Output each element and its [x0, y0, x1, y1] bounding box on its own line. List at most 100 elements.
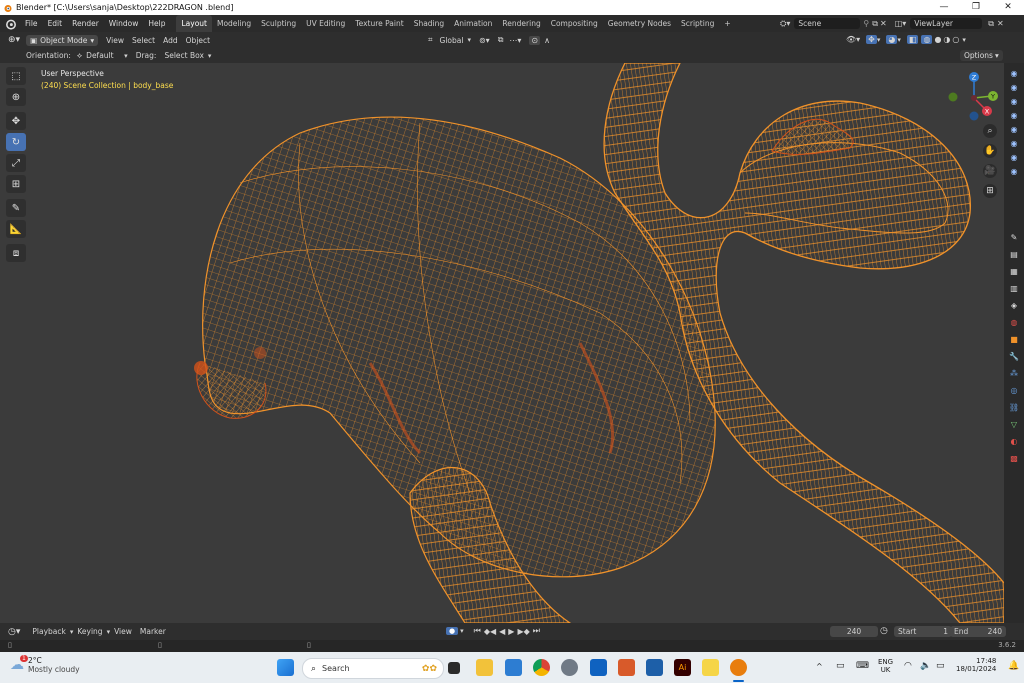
navigation-gizmo[interactable]: Z Y X — [946, 70, 1002, 126]
tab-compositing[interactable]: Compositing — [546, 15, 603, 32]
add-cube-tool-icon[interactable]: ⧈ — [6, 244, 26, 262]
constraints-properties-icon[interactable]: ⛓ — [1008, 401, 1020, 413]
transform-orientation-selector[interactable]: Global — [436, 36, 468, 45]
tab-animation[interactable]: Animation — [449, 15, 497, 32]
clock[interactable]: 17:48 18/01/2024 — [956, 657, 996, 673]
texture-properties-icon[interactable]: ▩ — [1008, 452, 1020, 464]
measure-tool-icon[interactable]: 📐 — [6, 220, 26, 238]
render-properties-icon[interactable]: ▤ — [1008, 248, 1020, 260]
maximize-button[interactable]: ❐ — [960, 0, 992, 15]
new-scene-icon[interactable]: ⧉ — [872, 19, 878, 29]
remove-viewlayer-icon[interactable]: ✕ — [997, 19, 1004, 28]
mail-icon[interactable] — [646, 659, 663, 676]
scale-tool-icon[interactable]: ⤢ — [6, 154, 26, 172]
tab-modeling[interactable]: Modeling — [212, 15, 256, 32]
tab-sculpting[interactable]: Sculpting — [256, 15, 301, 32]
menu-keying[interactable]: Keying — [73, 627, 106, 636]
sticky-notes-icon[interactable] — [702, 659, 719, 676]
orientation-selector[interactable]: Default — [82, 51, 124, 60]
menu-select[interactable]: Select — [128, 36, 159, 45]
close-button[interactable]: ✕ — [992, 0, 1024, 15]
move-tool-icon[interactable]: ✥ — [6, 112, 26, 130]
material-shading-icon[interactable]: ◑ — [943, 35, 950, 44]
jump-end-icon[interactable]: ⏭ — [533, 626, 540, 636]
timeline-editor-icon[interactable]: ◷▾ — [8, 627, 20, 637]
clock-icon[interactable]: ◷ — [880, 626, 888, 636]
menu-edit[interactable]: Edit — [43, 15, 68, 32]
next-keyframe-icon[interactable]: ▶◆ — [517, 627, 529, 636]
new-viewlayer-icon[interactable]: ⧉ — [988, 19, 994, 29]
annotate-tool-icon[interactable]: ✎ — [6, 199, 26, 217]
world-properties-icon[interactable]: ◍ — [1008, 316, 1020, 328]
camera-icon[interactable]: ◉ — [1008, 95, 1020, 107]
overlays-dropdown-icon[interactable]: ▾ — [897, 36, 901, 44]
output-properties-icon[interactable]: ▦ — [1008, 265, 1020, 277]
gizmo-dropdown-icon[interactable]: ▾ — [877, 36, 881, 44]
gizmo-toggle-icon[interactable]: ✥ — [866, 35, 877, 44]
wireframe-shading-icon[interactable]: ◍ — [921, 35, 933, 44]
tab-rendering[interactable]: Rendering — [497, 15, 545, 32]
pivot-icon[interactable]: ⊚▾ — [479, 36, 490, 45]
falloff-icon[interactable]: ∧ — [544, 36, 550, 45]
volume-icon[interactable]: 🔈 — [920, 661, 931, 671]
tool-properties-icon[interactable]: ✎ — [1008, 231, 1020, 243]
menu-add[interactable]: Add — [159, 36, 182, 45]
chrome-icon[interactable] — [533, 659, 550, 676]
menu-playback[interactable]: Playback — [28, 627, 69, 636]
file-explorer-icon[interactable] — [476, 659, 493, 676]
blender-menu-icon[interactable] — [5, 18, 17, 30]
camera-icon[interactable]: ◉ — [1008, 81, 1020, 93]
material-properties-icon[interactable]: ◐ — [1008, 435, 1020, 447]
remove-scene-icon[interactable]: ✕ — [880, 19, 887, 28]
select-box-tool-icon[interactable]: ⬚ — [6, 67, 26, 85]
rendered-shading-icon[interactable]: ○ — [952, 35, 959, 44]
outlook-icon[interactable] — [590, 659, 607, 676]
menu-view[interactable]: View — [102, 36, 128, 45]
battery-icon[interactable]: ▭ — [936, 661, 945, 671]
play-reverse-icon[interactable]: ◀ — [499, 627, 505, 636]
menu-marker[interactable]: Marker — [136, 627, 170, 636]
menu-object[interactable]: Object — [182, 36, 214, 45]
tab-layout[interactable]: Layout — [176, 15, 212, 32]
object-properties-icon[interactable]: ■ — [1008, 333, 1020, 345]
end-frame-field[interactable]: End 240 — [950, 626, 1006, 637]
xray-icon[interactable]: ◧ — [906, 35, 919, 44]
menu-render[interactable]: Render — [67, 15, 104, 32]
camera-icon[interactable]: ◉ — [1008, 109, 1020, 121]
pin-scene-icon[interactable]: ⚲ — [863, 19, 869, 28]
solid-shading-icon[interactable]: ● — [934, 35, 941, 44]
play-icon[interactable]: ▶ — [508, 627, 514, 636]
wifi-icon[interactable]: ◠ — [904, 661, 912, 671]
keyboard-tray-icon[interactable]: ⌨ — [856, 661, 869, 671]
mode-selector[interactable]: ▣ Object Mode ▾ — [26, 34, 99, 46]
illustrator-icon[interactable]: Ai — [674, 659, 691, 676]
windows-start-icon[interactable] — [277, 659, 294, 676]
3d-viewport[interactable] — [0, 63, 1004, 623]
ortho-grid-icon[interactable]: ⊞ — [983, 184, 997, 198]
menu-window[interactable]: Window — [104, 15, 144, 32]
snap-target-icon[interactable]: ⋯▾ — [509, 36, 521, 45]
task-view-icon[interactable] — [448, 662, 460, 674]
shading-dropdown-icon[interactable]: ▾ — [962, 36, 966, 44]
app-red-icon[interactable] — [618, 659, 635, 676]
tab-texture-paint[interactable]: Texture Paint — [350, 15, 408, 32]
camera-view-icon[interactable]: 🎥 — [983, 164, 997, 178]
zoom-icon[interactable]: ⌕ — [983, 124, 997, 138]
physics-properties-icon[interactable]: ◎ — [1008, 384, 1020, 396]
menu-timeline-view[interactable]: View — [110, 627, 136, 636]
tab-scripting[interactable]: Scripting — [676, 15, 719, 32]
notifications-icon[interactable]: 🔔 — [1008, 661, 1019, 671]
camera-icon[interactable]: ◉ — [1008, 67, 1020, 79]
camera-icon[interactable]: ◉ — [1008, 165, 1020, 177]
blender-taskbar-icon[interactable] — [730, 659, 747, 676]
app-tray-icon[interactable]: ▭ — [836, 661, 845, 671]
menu-file[interactable]: File — [20, 15, 43, 32]
rotate-tool-icon[interactable]: ↻ — [6, 133, 26, 151]
view-layer-properties-icon[interactable]: ▥ — [1008, 282, 1020, 294]
minimize-button[interactable]: — — [928, 0, 960, 15]
camera-icon[interactable]: ◉ — [1008, 137, 1020, 149]
transform-tool-icon[interactable]: ⊞ — [6, 175, 26, 193]
taskbar-search-box[interactable]: ⌕ Search ✿✿ — [302, 658, 444, 679]
language-indicator[interactable]: ENG UK — [878, 658, 893, 674]
jump-start-icon[interactable]: ⏮ — [474, 626, 481, 636]
